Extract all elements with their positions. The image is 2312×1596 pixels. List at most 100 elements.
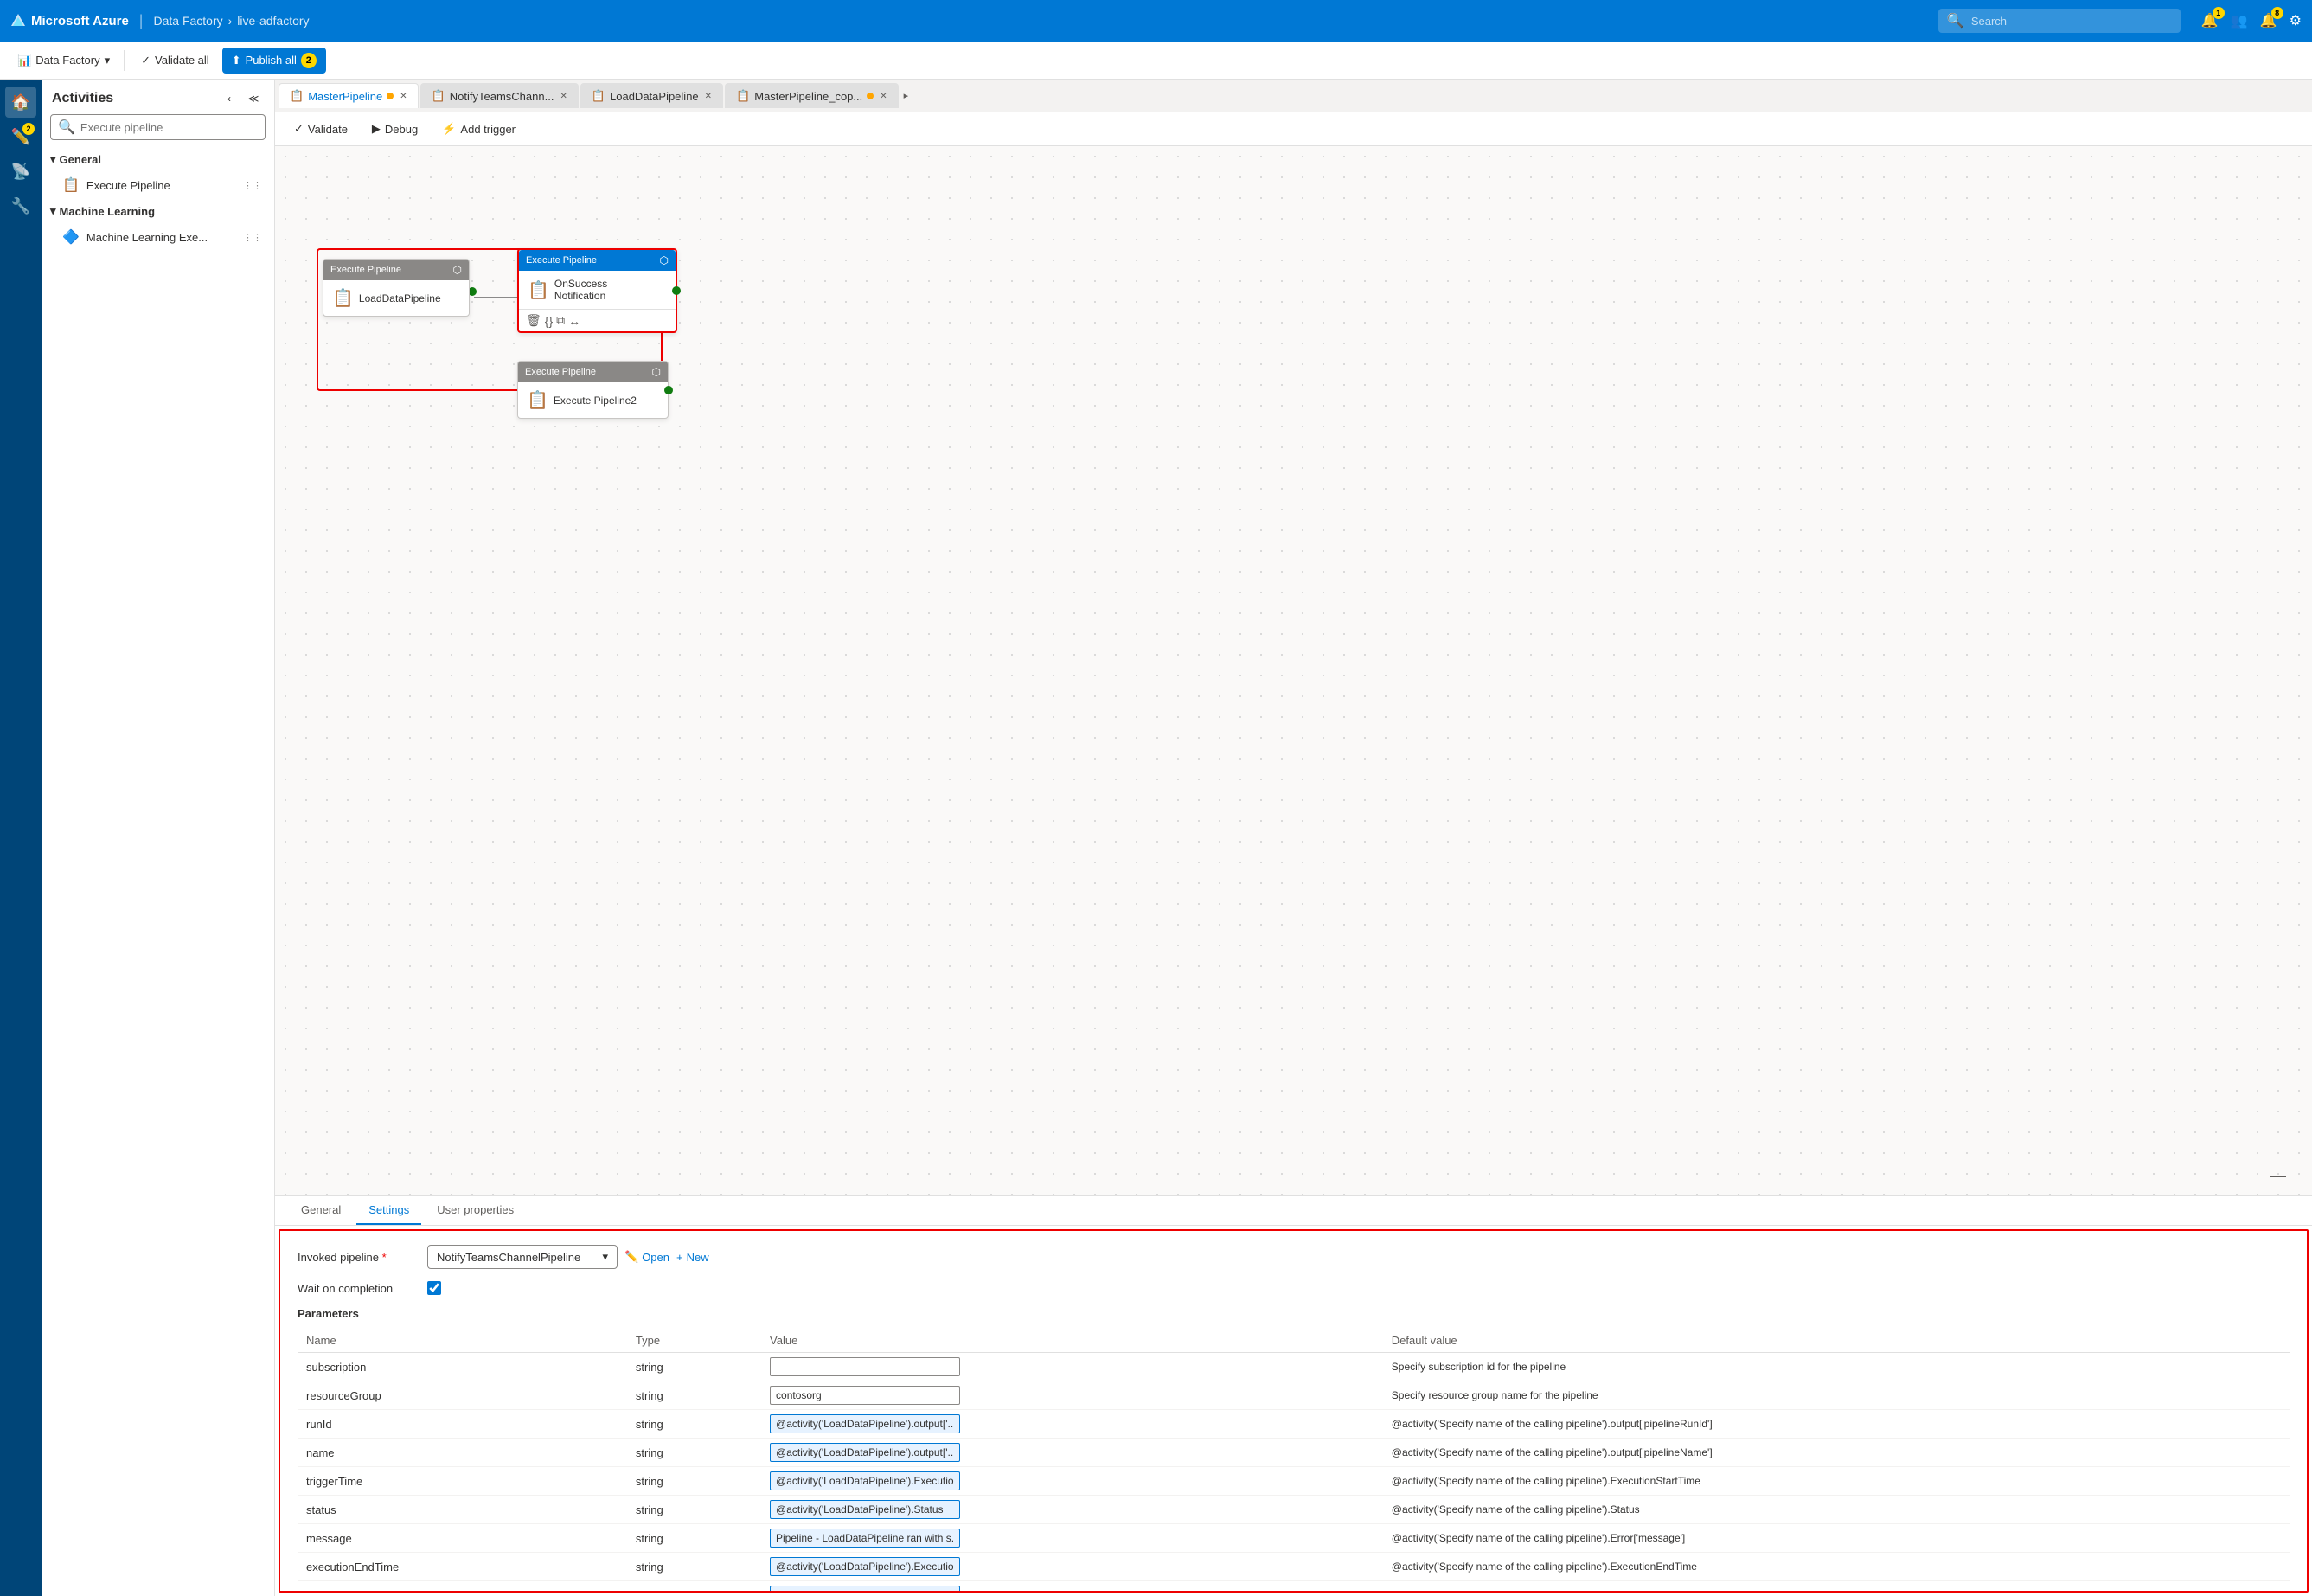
tab-close-btn[interactable]: ✕ [400,92,407,101]
tab-notify-icon: 📋 [432,89,445,103]
publish-all-button[interactable]: ⬆ Publish all 2 [222,48,326,74]
param-value-cell-executionEndTime[interactable] [761,1553,1383,1581]
new-pipeline-link[interactable]: + New [676,1251,709,1264]
param-row-runId: runId string @activity('Specify name of … [298,1410,2290,1439]
tab-load-close[interactable]: ✕ [705,92,712,101]
node2-expand-icon[interactable]: ⬡ [660,254,669,266]
general-section-header[interactable]: ▾ General [42,147,274,171]
param-row-message: message string @activity('Specify name o… [298,1524,2290,1553]
validate-all-button[interactable]: ✓ Validate all [131,48,219,73]
param-value-cell-resourceGroup[interactable] [761,1381,1383,1410]
people-icon[interactable]: 👥 [2231,12,2248,29]
tab-cop-close[interactable]: ✕ [880,92,887,101]
instance-name[interactable]: live-adfactory [237,14,309,28]
activities-title: Activities [52,91,113,106]
param-input-message[interactable] [770,1529,960,1548]
tab-master-pipeline[interactable]: 📋 MasterPipeline ✕ [279,83,419,108]
search-activities-box[interactable]: 🔍 [50,114,266,140]
service-name[interactable]: Data Factory [153,14,222,28]
open-label: Open [642,1251,669,1264]
main-toolbar: 📊 Data Factory ▾ ✓ Validate all ⬆ Publis… [0,42,2312,80]
manage-icon[interactable]: 🔧 [5,190,36,221]
monitor-icon[interactable]: 📡 [5,156,36,187]
node-load-data[interactable]: Execute Pipeline ⬡ 📋 LoadDataPipeline [323,259,470,317]
data-factory-nav[interactable]: 📊 Data Factory ▾ [10,49,117,72]
param-value-cell-runDuration[interactable] [761,1581,1383,1593]
node-on-success[interactable]: Execute Pipeline ⬡ 📋 OnSuccessNotificati… [517,248,677,333]
param-input-runDuration[interactable] [770,1586,960,1593]
param-row-subscription: subscription string Specify subscription… [298,1353,2290,1381]
ml-section-header[interactable]: ▾ Machine Learning [42,199,274,223]
param-row-triggerTime: triggerTime string @activity('Specify na… [298,1467,2290,1496]
add-trigger-button[interactable]: ⚡ Add trigger [433,118,524,140]
tab-master-cop[interactable]: 📋 MasterPipeline_cop... ✕ [725,83,899,108]
execute-pipeline-item[interactable]: 📋 Execute Pipeline ⋮⋮ [42,171,274,199]
tab-user-properties[interactable]: User properties [425,1196,526,1225]
search-box[interactable]: 🔍 [1938,9,2181,33]
param-value-cell-name[interactable] [761,1439,1383,1467]
tab-master-label: MasterPipeline [308,90,382,103]
param-value-cell-runId[interactable] [761,1410,1383,1439]
pencil-icon[interactable]: ✏️ 2 [5,121,36,152]
new-label: New [687,1251,709,1264]
param-input-name[interactable] [770,1443,960,1462]
delete-icon[interactable]: 🗑 [526,313,541,328]
node1-type: Execute Pipeline [330,265,401,275]
node3-expand-icon[interactable]: ⬡ [652,366,661,378]
param-value-cell-subscription[interactable] [761,1353,1383,1381]
collapse-icon[interactable]: ‹ [219,88,240,109]
nav-separator: | [139,12,144,30]
tab-load[interactable]: 📋 LoadDataPipeline ✕ [580,83,723,108]
node2-actions: 🗑 {} ⧉ ↔ [519,309,676,331]
node2-right-connector [672,286,681,295]
param-default-name: @activity('Specify name of the calling p… [1383,1439,2290,1467]
tab-cop-label: MasterPipeline_cop... [754,90,862,103]
top-nav-bar: Microsoft Azure | Data Factory › live-ad… [0,0,2312,42]
pipeline-canvas[interactable]: Execute Pipeline ⬡ 📋 LoadDataPipeline Ex… [275,146,2312,1195]
param-input-subscription[interactable] [770,1357,960,1376]
invoked-pipeline-dropdown[interactable]: NotifyTeamsChannelPipeline ▾ [427,1245,618,1269]
ml-icon: 🔷 [62,228,80,246]
param-value-cell-message[interactable] [761,1524,1383,1553]
param-input-triggerTime[interactable] [770,1471,960,1490]
zoom-control[interactable]: — [2270,1167,2286,1185]
param-name-triggerTime: triggerTime [298,1467,627,1496]
param-input-resourceGroup[interactable] [770,1386,960,1405]
copy-icon[interactable]: ⧉ [556,313,565,328]
node-execute-pipeline2[interactable]: Execute Pipeline ⬡ 📋 Execute Pipeline2 [517,361,669,419]
tab-settings[interactable]: Settings [356,1196,421,1225]
tab-expand-icon[interactable]: ▸ [904,90,909,101]
wait-completion-checkbox[interactable] [427,1281,441,1295]
search-input[interactable] [1971,15,2172,28]
top-nav-icons: 🔔 1 👥 🔔 8 ⚙ [2201,12,2302,29]
tab-notify-close[interactable]: ✕ [560,92,567,101]
home-icon[interactable]: 🏠 [5,87,36,118]
tab-general[interactable]: General [289,1196,353,1225]
expand-icon[interactable]: ≪ [243,88,264,109]
param-input-status[interactable] [770,1500,960,1519]
search-activities-input[interactable] [80,121,258,134]
param-name-subscription: subscription [298,1353,627,1381]
open-pipeline-link[interactable]: ✏️ Open [624,1250,669,1264]
link-icon[interactable]: ↔ [568,314,580,328]
param-value-cell-status[interactable] [761,1496,1383,1524]
general-label: General [60,153,101,166]
code-icon[interactable]: {} [545,314,553,328]
debug-button[interactable]: ▶ Debug [363,118,426,140]
search-activities-icon: 🔍 [58,119,75,136]
tab-cop-dot [867,93,874,99]
node3-right-connector [664,386,673,394]
alert-icon[interactable]: 🔔 8 [2260,12,2277,29]
settings-icon[interactable]: ⚙ [2290,12,2302,29]
canvas-area: 📋 MasterPipeline ✕ 📋 NotifyTeamsChann...… [275,80,2312,1596]
notification-icon[interactable]: 🔔 1 [2201,12,2219,29]
tab-notify[interactable]: 📋 NotifyTeamsChann... ✕ [420,83,579,108]
validate-button[interactable]: ✓ Validate [285,118,356,140]
node1-expand-icon[interactable]: ⬡ [453,264,462,276]
node3-body: 📋 Execute Pipeline2 [518,382,668,418]
param-value-cell-triggerTime[interactable] [761,1467,1383,1496]
param-input-runId[interactable] [770,1414,960,1433]
parameters-table: Name Type Value Default value subscripti… [298,1329,2290,1593]
param-input-executionEndTime[interactable] [770,1557,960,1576]
ml-execute-item[interactable]: 🔷 Machine Learning Exe... ⋮⋮ [42,223,274,251]
